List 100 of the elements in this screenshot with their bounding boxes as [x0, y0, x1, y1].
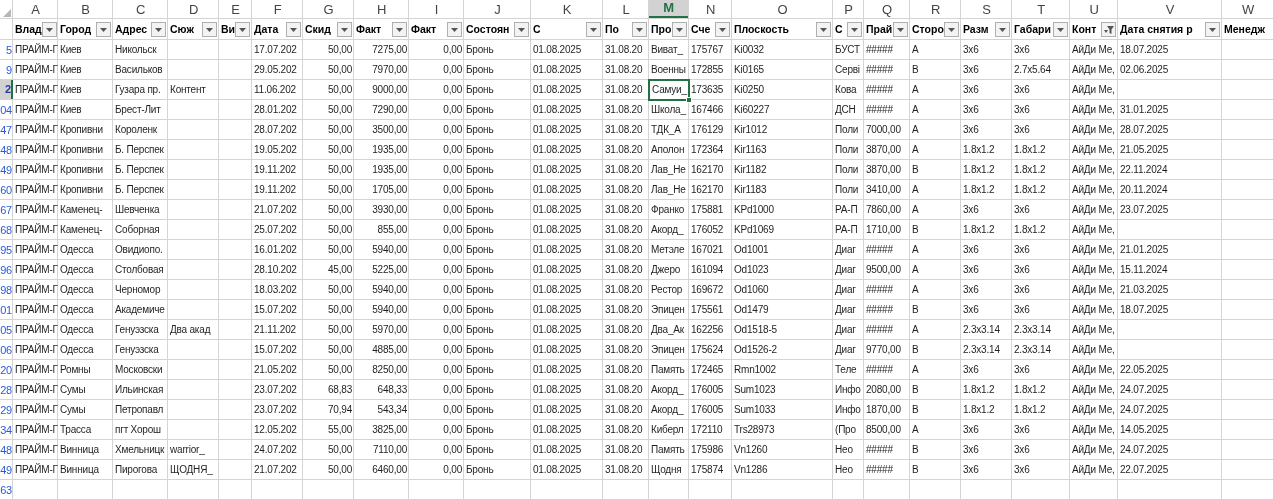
filter-button[interactable]: [893, 22, 908, 37]
table-cell-text: Бронь: [465, 323, 495, 337]
row-number[interactable]: 29: [0, 400, 13, 420]
table-cell-text: 1.8x1.2: [1013, 163, 1047, 177]
column-header[interactable]: Q: [864, 0, 910, 19]
filter-button[interactable]: [447, 22, 462, 37]
row-number[interactable]: 04: [0, 100, 13, 120]
row-number[interactable]: 49: [0, 160, 13, 180]
table-cell-text: 15.07.202: [253, 343, 298, 357]
filter-button[interactable]: [672, 22, 687, 37]
column-header[interactable]: C: [113, 0, 168, 19]
filter-button[interactable]: [286, 22, 301, 37]
table-cell-text: Поли: [834, 143, 860, 157]
table-cell-text: 23.07.2025: [1119, 203, 1170, 217]
column-header[interactable]: U: [1070, 0, 1118, 19]
table-cell-text: 24.07.2025: [1119, 443, 1170, 457]
row-number[interactable]: 01: [0, 300, 13, 320]
row-number[interactable]: 68: [0, 220, 13, 240]
column-title: Факт: [411, 21, 437, 37]
table-cell-text: Бронь: [465, 223, 495, 237]
column-header[interactable]: D: [168, 0, 219, 19]
column-header[interactable]: N: [689, 0, 732, 19]
table-cell-text: 31.08.20: [604, 203, 644, 217]
table-cell-text: ПРАЙМ-Г: [14, 462, 58, 477]
row-number[interactable]: 60: [0, 180, 13, 200]
column-header[interactable]: L: [603, 0, 649, 19]
row-number[interactable]: 5: [0, 40, 13, 60]
column-header[interactable]: M: [649, 0, 688, 18]
column-header[interactable]: O: [732, 0, 833, 19]
filter-button[interactable]: [1205, 22, 1220, 37]
table-cell-text: Два акад: [169, 323, 212, 337]
table-cell-text: 5940,00: [371, 243, 408, 257]
column-header[interactable]: V: [1118, 0, 1222, 19]
row-number[interactable]: 47: [0, 120, 13, 140]
table-cell-text: ПРАЙМ-Г: [14, 182, 58, 197]
table-cell-text: Теле: [834, 363, 858, 377]
column-header[interactable]: T: [1012, 0, 1070, 19]
filter-button[interactable]: [944, 22, 959, 37]
row-number[interactable]: 05: [0, 320, 13, 340]
table-cell-text: Ильинская: [114, 383, 165, 397]
filter-button[interactable]: [202, 22, 217, 37]
column-header[interactable]: P: [833, 0, 864, 19]
column-header[interactable]: K: [531, 0, 603, 19]
filter-button[interactable]: [96, 22, 111, 37]
column-header[interactable]: W: [1222, 0, 1274, 19]
table-cell-text: Диаг: [834, 303, 857, 317]
row-number[interactable]: 34: [0, 420, 13, 440]
filter-button[interactable]: [715, 22, 730, 37]
filter-button[interactable]: [235, 22, 251, 37]
column-header[interactable]: F: [252, 0, 303, 19]
column-header[interactable]: I: [409, 0, 464, 19]
filter-button[interactable]: [392, 22, 407, 37]
table-cell-text: 21.01.2025: [1119, 243, 1170, 257]
table-cell-text: 01.08.2025: [532, 263, 583, 277]
row-number[interactable]: 06: [0, 340, 13, 360]
row-number[interactable]: 20: [0, 360, 13, 380]
table-cell-text: Серві: [834, 63, 861, 77]
column-header[interactable]: J: [464, 0, 531, 19]
table-cell-text: АйДи Ме,: [1071, 443, 1116, 457]
filter-button[interactable]: [151, 22, 166, 37]
row-number[interactable]: 67: [0, 200, 13, 220]
table-cell-text: 18.07.2025: [1119, 43, 1170, 57]
filter-button[interactable]: [337, 22, 352, 37]
filter-button[interactable]: [41, 22, 57, 37]
table-cell-text: 175881: [690, 203, 725, 217]
filter-button[interactable]: [514, 22, 529, 37]
row-number[interactable]: 96: [0, 260, 13, 280]
filter-button[interactable]: [995, 22, 1010, 37]
column-header[interactable]: H: [354, 0, 409, 19]
table-cell-text: 15.07.202: [253, 303, 298, 317]
table-cell-text: 31.08.20: [604, 143, 644, 157]
active-cell[interactable]: Самуи_: [649, 80, 689, 100]
column-header[interactable]: E: [219, 0, 252, 19]
filter-button[interactable]: [632, 22, 647, 37]
column-header[interactable]: G: [303, 0, 354, 19]
table-cell-text: Контент: [169, 83, 207, 97]
column-header[interactable]: R: [910, 0, 961, 19]
column-header[interactable]: S: [961, 0, 1012, 19]
column-header[interactable]: B: [58, 0, 113, 19]
row-number[interactable]: 98: [0, 280, 13, 300]
filter-button[interactable]: [847, 22, 862, 37]
column-header[interactable]: A: [13, 0, 58, 19]
table-cell-text: ПРАЙМ-Г: [14, 282, 58, 297]
fill-handle[interactable]: [686, 97, 692, 103]
table-cell-text: Овидиопо.: [114, 243, 164, 257]
row-number[interactable]: 2: [0, 80, 13, 99]
table-cell-text: 19.11.202: [253, 183, 297, 197]
row-number[interactable]: 9: [0, 60, 13, 80]
row-number[interactable]: 95: [0, 240, 13, 260]
row-number[interactable]: 63: [0, 480, 13, 500]
row-number[interactable]: 48: [0, 140, 13, 160]
row-number[interactable]: 49: [0, 460, 13, 480]
filter-button[interactable]: [1053, 22, 1068, 37]
filter-button[interactable]: [586, 22, 601, 37]
filter-button[interactable]: [816, 22, 831, 37]
table-cell-text: 3x6: [1013, 443, 1031, 457]
row-number[interactable]: 28: [0, 380, 13, 400]
row-number[interactable]: 48: [0, 440, 13, 460]
table-cell-text: 68,83: [326, 383, 353, 397]
table-cell-text: Кропивни: [59, 163, 104, 177]
